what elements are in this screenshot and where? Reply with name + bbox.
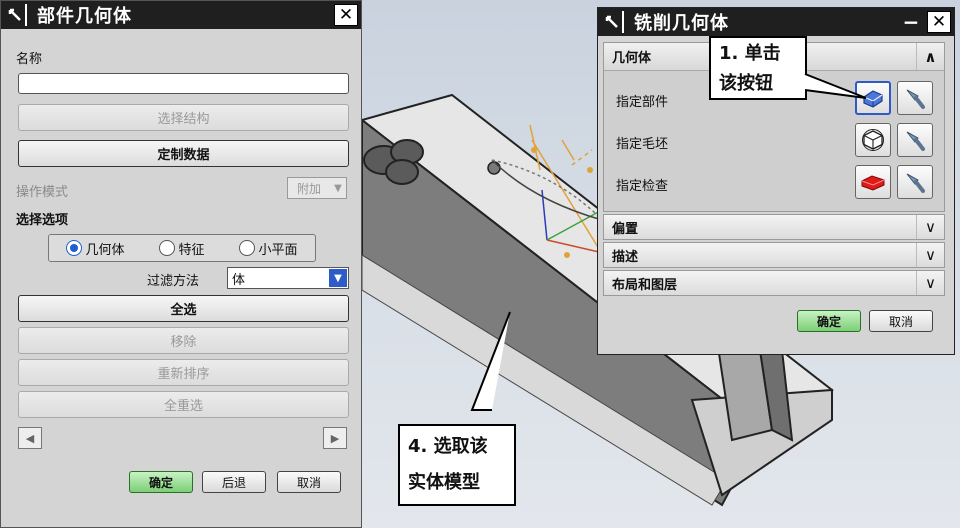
operation-mode-label: 操作模式 [16, 185, 69, 200]
callout-step4: 4. 选取该 实体模型 [398, 424, 516, 506]
operation-mode-select[interactable]: 附加 ▼ [287, 177, 347, 199]
specify-blank-label: 指定毛坯 [616, 137, 669, 152]
select-structure-button[interactable]: 选择结构 [18, 104, 349, 131]
specify-check-button[interactable] [855, 165, 891, 199]
chevron-down-icon[interactable]: ∨ [916, 271, 944, 295]
layout-layers-section-label: 布局和图层 [612, 277, 678, 293]
check-display-button[interactable] [897, 165, 933, 199]
close-icon[interactable]: ✕ [334, 4, 358, 26]
radio-facet[interactable]: 小平面 [239, 239, 298, 258]
pin-icon[interactable] [602, 11, 624, 33]
minimize-icon[interactable]: − [897, 10, 925, 34]
radio-selected-icon [66, 240, 83, 256]
custom-data-button[interactable]: 定制数据 [18, 140, 349, 167]
description-section-header[interactable]: 描述 ∨ [603, 242, 945, 268]
dialog-titlebar[interactable]: 部件几何体 ✕ [1, 1, 361, 29]
flashlight-icon [906, 173, 925, 193]
part-icon [863, 90, 883, 108]
chevron-down-icon: ▼ [334, 182, 342, 194]
filter-label: 过滤方法 [147, 274, 200, 289]
radio-unselected-icon [239, 240, 256, 256]
selection-options-label: 选择选项 [16, 213, 69, 228]
layout-layers-section-header[interactable]: 布局和图层 ∨ [603, 270, 945, 296]
callout-step1-line2: 该按钮 [719, 73, 773, 94]
specify-part-label: 指定部件 [616, 95, 669, 110]
callout-step1-line1: 1. 单击 [719, 43, 781, 64]
ok-button[interactable]: 确定 [129, 471, 193, 493]
specify-check-label: 指定检查 [616, 179, 669, 194]
flashlight-icon [906, 131, 925, 151]
radio-unselected-icon [159, 240, 176, 256]
geometry-section-label: 几何体 [612, 51, 652, 66]
reselect-all-button[interactable]: 全重选 [18, 391, 349, 418]
radio-feature[interactable]: 特征 [159, 239, 205, 258]
offset-section-label: 偏置 [612, 221, 639, 237]
close-icon[interactable]: ✕ [927, 11, 951, 33]
back-button[interactable]: 后退 [202, 471, 266, 493]
dialog-title: 部件几何体 [37, 6, 132, 27]
offset-section-header[interactable]: 偏置 ∨ [603, 214, 945, 240]
specify-part-button[interactable] [855, 81, 891, 115]
radio-group: 几何体 特征 小平面 [48, 234, 316, 262]
radio-feature-label: 特征 [178, 242, 205, 258]
check-body-icon [861, 175, 885, 191]
filter-select[interactable]: 体 ▼ [227, 267, 349, 289]
description-section-label: 描述 [612, 249, 639, 265]
cancel-button[interactable]: 取消 [277, 471, 341, 493]
remove-button[interactable]: 移除 [18, 327, 349, 354]
select-all-button[interactable]: 全选 [18, 295, 349, 322]
callout-step1: 1. 单击 该按钮 [709, 36, 807, 100]
chevron-up-icon[interactable]: ∧ [916, 43, 944, 70]
specify-blank-button[interactable] [855, 123, 891, 157]
name-label: 名称 [16, 52, 43, 67]
pin-icon[interactable] [5, 4, 27, 26]
callout-step4-line2: 实体模型 [408, 472, 480, 493]
part-geometry-dialog: 部件几何体 ✕ 名称 选择结构 定制数据 操作模式 附加 ▼ 选择选项 几何体 … [0, 0, 362, 528]
reorder-button[interactable]: 重新排序 [18, 359, 349, 386]
ok-button[interactable]: 确定 [797, 310, 861, 332]
radio-geometry-label: 几何体 [85, 242, 125, 258]
callout-step4-line1: 4. 选取该 [408, 436, 488, 457]
cancel-button[interactable]: 取消 [869, 310, 933, 332]
radio-geometry[interactable]: 几何体 [66, 239, 125, 258]
part-display-button[interactable] [897, 81, 933, 115]
name-input[interactable] [18, 73, 349, 94]
chevron-down-icon: ▼ [329, 269, 347, 287]
chevron-down-icon[interactable]: ∨ [916, 215, 944, 239]
blank-display-button[interactable] [897, 123, 933, 157]
next-arrow-button[interactable]: ▶ [323, 427, 347, 449]
chevron-down-icon[interactable]: ∨ [916, 243, 944, 267]
radio-facet-label: 小平面 [258, 242, 298, 258]
filter-value: 体 [232, 272, 246, 288]
prev-arrow-button[interactable]: ◀ [18, 427, 42, 449]
blank-cube-icon [862, 129, 884, 151]
operation-mode-value: 附加 [296, 181, 321, 196]
dialog-title: 铣削几何体 [634, 13, 729, 34]
dialog-titlebar[interactable]: 铣削几何体 − ✕ [598, 8, 954, 36]
flashlight-icon [906, 89, 925, 109]
